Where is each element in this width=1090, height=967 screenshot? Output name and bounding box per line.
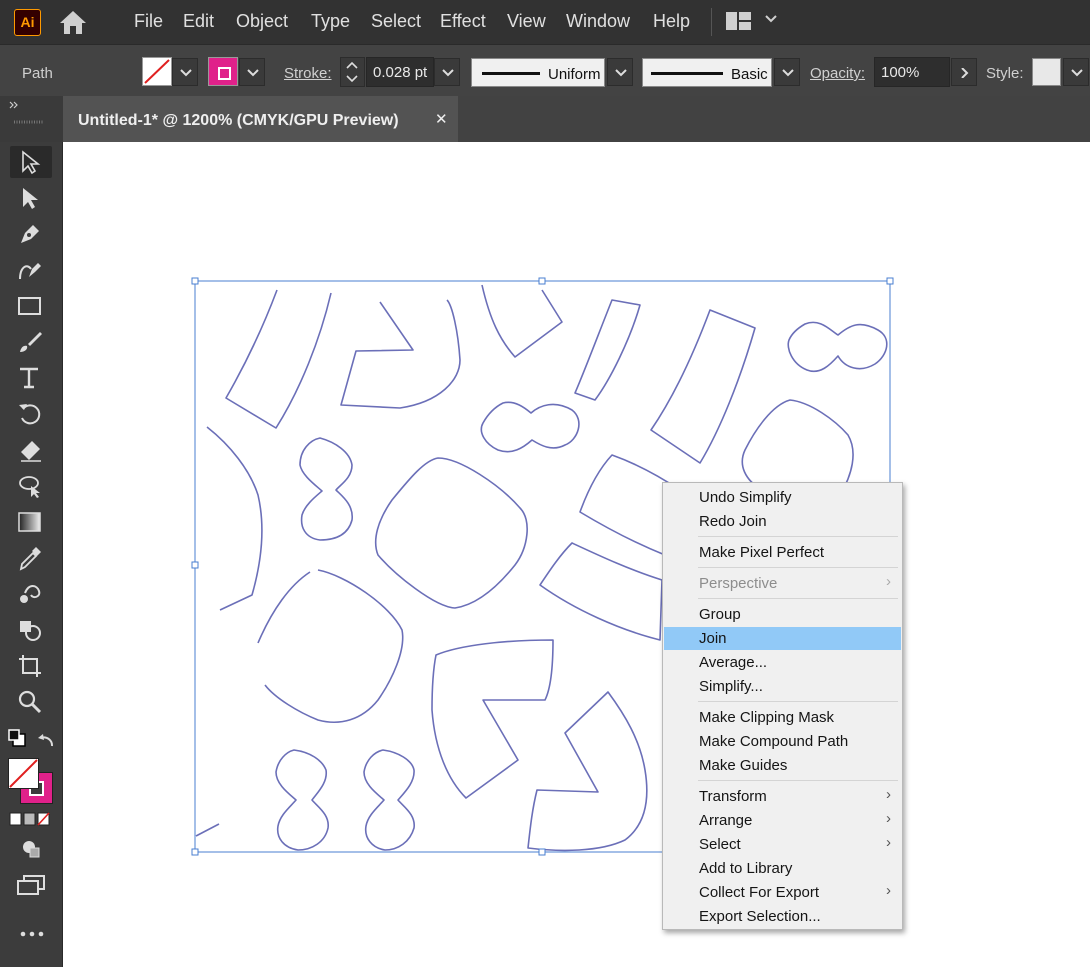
app-logo: Ai bbox=[14, 9, 41, 36]
pen-tool-icon[interactable] bbox=[10, 218, 52, 250]
default-fill-stroke-icon[interactable] bbox=[7, 728, 29, 750]
paintbrush-tool-icon[interactable] bbox=[10, 326, 52, 358]
brush-definition[interactable]: Basic bbox=[642, 58, 772, 87]
type-tool-icon[interactable] bbox=[10, 362, 52, 394]
menu-help[interactable]: Help bbox=[653, 11, 690, 32]
curvature-tool-icon[interactable] bbox=[10, 254, 52, 286]
blend-tool-icon[interactable] bbox=[10, 578, 52, 610]
menu-item-average[interactable]: Average... bbox=[664, 651, 901, 674]
menu-edit[interactable]: Edit bbox=[183, 11, 214, 32]
menu-item-simplify[interactable]: Simplify... bbox=[664, 675, 901, 698]
menu-item-undo-simplify[interactable]: Undo Simplify bbox=[664, 486, 901, 509]
profile-label: Uniform bbox=[548, 66, 601, 83]
menu-file[interactable]: File bbox=[134, 11, 163, 32]
chevron-right-icon: › bbox=[886, 882, 891, 899]
brush-dropdown[interactable] bbox=[774, 58, 800, 86]
brush-line-preview bbox=[651, 72, 723, 75]
context-menu: Undo Simplify Redo Join Make Pixel Perfe… bbox=[662, 482, 903, 930]
menu-separator bbox=[698, 536, 898, 537]
eraser-tool-icon[interactable] bbox=[10, 434, 52, 466]
fill-swatch[interactable] bbox=[142, 57, 172, 86]
artboard-tool-icon[interactable] bbox=[10, 650, 52, 682]
workspace-switcher-icon[interactable] bbox=[725, 11, 753, 36]
menu-item-group[interactable]: Group bbox=[664, 603, 901, 626]
swap-fill-stroke-icon[interactable] bbox=[36, 730, 58, 752]
rotate-tool-icon[interactable] bbox=[10, 398, 52, 430]
menu-type[interactable]: Type bbox=[311, 11, 350, 32]
menu-separator bbox=[698, 701, 898, 702]
opacity-input[interactable]: 100% bbox=[874, 57, 950, 87]
menu-item-perspective: Perspective › bbox=[699, 573, 891, 592]
menu-item-make-compound-path[interactable]: Make Compound Path bbox=[664, 730, 901, 753]
opacity-expand[interactable] bbox=[951, 58, 977, 86]
graphic-style-swatch[interactable] bbox=[1032, 58, 1061, 86]
fill-color-swatch[interactable] bbox=[8, 758, 39, 789]
menu-separator bbox=[698, 567, 898, 568]
control-bar: Path Stroke: 0.028 pt Uniform Basic Opac… bbox=[0, 44, 1090, 97]
chevron-down-icon[interactable] bbox=[764, 12, 778, 31]
menu-object[interactable]: Object bbox=[236, 11, 288, 32]
lasso-tool-icon[interactable] bbox=[10, 470, 52, 502]
shape-builder-tool-icon[interactable] bbox=[10, 614, 52, 646]
menu-item-join[interactable]: Join bbox=[664, 627, 901, 650]
style-label: Style: bbox=[986, 65, 1024, 82]
stroke-dropdown[interactable] bbox=[239, 58, 265, 86]
profile-dropdown[interactable] bbox=[607, 58, 633, 86]
style-dropdown[interactable] bbox=[1063, 58, 1089, 86]
menu-item-add-to-library[interactable]: Add to Library bbox=[664, 857, 901, 880]
stroke-label[interactable]: Stroke: bbox=[284, 65, 332, 82]
opacity-label[interactable]: Opacity: bbox=[810, 65, 865, 82]
selection-tool-icon[interactable] bbox=[10, 146, 52, 178]
brush-label: Basic bbox=[731, 66, 768, 83]
draw-mode-icon[interactable] bbox=[20, 838, 42, 860]
chevron-right-icon: › bbox=[886, 834, 891, 851]
color-mode-buttons[interactable] bbox=[9, 812, 51, 826]
artboard-canvas[interactable] bbox=[63, 142, 1090, 967]
screen-mode-icon[interactable] bbox=[16, 874, 46, 896]
stroke-weight-input[interactable]: 0.028 pt bbox=[366, 57, 434, 87]
menu-window[interactable]: Window bbox=[566, 11, 630, 32]
profile-line-preview bbox=[482, 72, 540, 75]
selection-type-label: Path bbox=[22, 65, 53, 82]
document-tab-bar: Untitled-1* @ 1200% (CMYK/GPU Preview) ✕ bbox=[63, 96, 1090, 142]
variable-width-profile[interactable]: Uniform bbox=[471, 58, 605, 87]
rectangle-tool-icon[interactable] bbox=[10, 290, 52, 322]
close-icon[interactable]: ✕ bbox=[435, 110, 448, 128]
eyedropper-tool-icon[interactable] bbox=[10, 542, 52, 574]
zoom-tool-icon[interactable] bbox=[10, 686, 52, 718]
tab-document[interactable]: Untitled-1* @ 1200% (CMYK/GPU Preview) ✕ bbox=[63, 96, 458, 142]
menu-select[interactable]: Select bbox=[371, 11, 421, 32]
menu-effect[interactable]: Effect bbox=[440, 11, 486, 32]
chevron-right-icon: › bbox=[886, 810, 891, 827]
gradient-tool-icon[interactable] bbox=[10, 506, 52, 538]
menu-separator bbox=[698, 598, 898, 599]
menu-item-redo-join[interactable]: Redo Join bbox=[664, 510, 901, 533]
stroke-swatch[interactable] bbox=[208, 57, 238, 86]
more-tools-icon[interactable] bbox=[20, 926, 44, 937]
selected-paths-artwork[interactable] bbox=[63, 142, 1090, 967]
menu-item-transform[interactable]: Transform › bbox=[664, 785, 901, 808]
menu-item-make-guides[interactable]: Make Guides bbox=[664, 754, 901, 777]
stroke-stepper[interactable] bbox=[340, 57, 365, 87]
chevron-right-icon: › bbox=[886, 573, 891, 590]
chevron-right-icon: › bbox=[886, 786, 891, 803]
toolbar-header bbox=[0, 96, 63, 142]
menu-item-collect-for-export[interactable]: Collect For Export › bbox=[664, 881, 901, 904]
menu-item-arrange[interactable]: Arrange › bbox=[664, 809, 901, 832]
menu-item-export-selection[interactable]: Export Selection... bbox=[664, 905, 901, 928]
menu-divider bbox=[711, 8, 712, 36]
home-icon[interactable] bbox=[58, 8, 88, 36]
menu-view[interactable]: View bbox=[507, 11, 546, 32]
fill-dropdown[interactable] bbox=[172, 58, 198, 86]
menu-bar: Ai File Edit Object Type Select Effect V… bbox=[0, 0, 1090, 44]
menu-item-make-clipping-mask[interactable]: Make Clipping Mask bbox=[664, 706, 901, 729]
menu-separator bbox=[698, 780, 898, 781]
menu-item-select[interactable]: Select › bbox=[664, 833, 901, 856]
stroke-weight-dropdown[interactable] bbox=[434, 58, 460, 86]
menu-item-make-pixel-perfect[interactable]: Make Pixel Perfect bbox=[664, 541, 901, 564]
tools-panel bbox=[0, 142, 63, 967]
direct-selection-tool-icon[interactable] bbox=[10, 182, 52, 214]
document-tab-title: Untitled-1* @ 1200% (CMYK/GPU Preview) bbox=[78, 112, 399, 129]
